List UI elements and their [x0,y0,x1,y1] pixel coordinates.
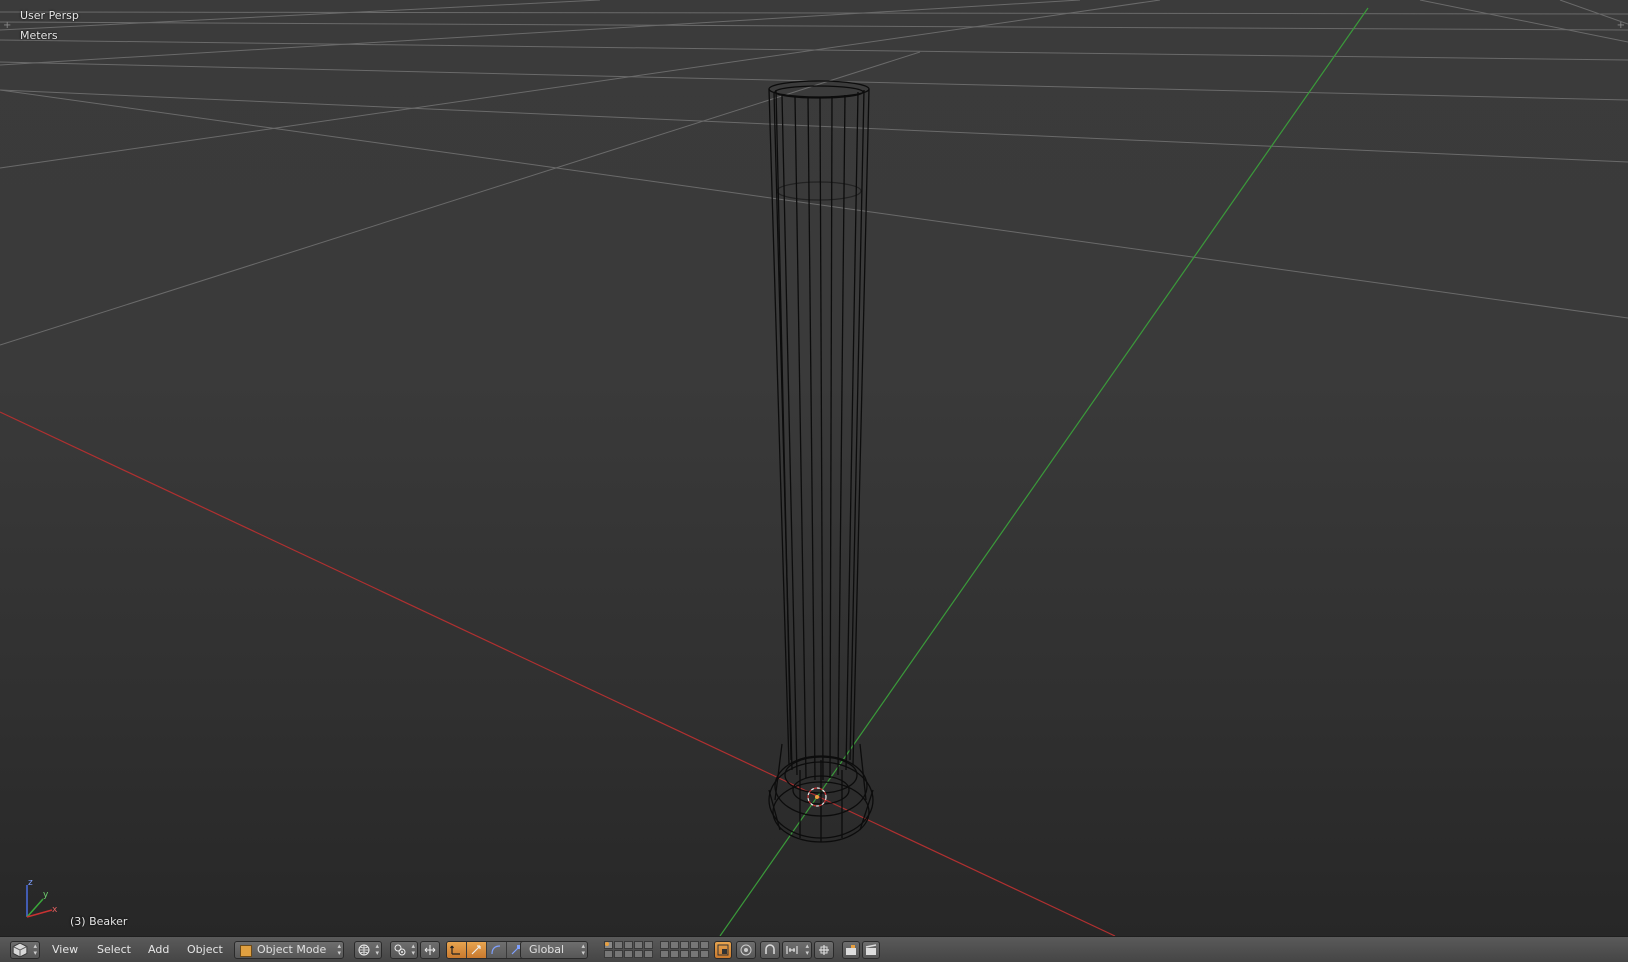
floor-grid [0,0,1628,346]
clapperboard-icon [865,944,877,955]
area-split-corner-right[interactable]: + [1617,20,1625,31]
beaker-wireframe [768,80,874,843]
layer-button[interactable] [614,941,623,949]
viewport-scene: z y x [0,0,1628,936]
translate-manipulator-button[interactable] [447,942,467,958]
transform-orientation-label: Global [529,943,565,956]
menu-view[interactable]: View [52,942,78,958]
viewport-shading-dropdown[interactable]: ▴ ▾ [354,941,382,959]
layers-grid-left[interactable] [604,941,653,959]
active-object-label: (3) Beaker [70,915,128,928]
layer-button[interactable] [670,941,679,949]
transform-orientation-dropdown[interactable]: Global ▴ ▾ [520,941,588,959]
layer-button[interactable] [634,941,643,949]
menu-object[interactable]: Object [187,942,223,958]
units-label: Meters [20,29,58,42]
beaker-rim-inner [774,85,864,99]
manipulator-toggle-button[interactable] [420,941,440,959]
layer-button[interactable] [700,941,709,949]
layer-button[interactable] [660,950,669,958]
layers-grid-right[interactable] [660,941,709,959]
beaker-edge [829,95,833,779]
layer-button[interactable] [644,941,653,949]
manipulator-icon [424,945,436,955]
gizmo-z-label: z [28,878,33,888]
up-down-arrows-icon: ▴ ▾ [337,942,341,957]
up-down-arrows-icon: ▴ ▾ [581,942,585,957]
layer-button[interactable] [700,950,709,958]
layer-button[interactable] [690,941,699,949]
beaker-ring [776,181,862,201]
up-down-arrows-icon: ▴ ▾ [375,942,379,957]
object-mode-icon [240,945,252,957]
layer-button[interactable] [670,950,679,958]
layer-button[interactable] [604,950,613,958]
view-name-label: User Persp [20,9,79,22]
up-down-arrows-icon: ▴ ▾ [33,942,37,957]
beaker-edge [768,88,790,766]
3d-viewport[interactable]: z y x + + User Persp Meters (3) Beaker [0,0,1628,936]
manipulator-modes-group [446,941,526,959]
layer-active-dot-icon [605,942,609,946]
grid-line [1419,0,1628,43]
pivot-icon [394,944,406,956]
camera-icon [846,945,856,955]
lock-camera-layers-button[interactable] [714,941,732,959]
beaker-edge [859,743,867,801]
pivot-point-dropdown[interactable]: ▴ ▾ [390,941,418,959]
layer-button[interactable] [660,941,669,949]
menu-add[interactable]: Add [148,942,169,958]
gizmo-y-label: y [43,890,49,900]
snap-target-icon [819,945,829,955]
up-down-arrows-icon: ▴ ▾ [411,942,415,957]
up-down-arrows-icon: ▴ ▾ [805,942,809,957]
layer-button[interactable] [634,950,643,958]
mode-dropdown[interactable]: Object Mode ▴ ▾ [234,941,344,959]
grid-line [0,0,601,31]
rotate-manipulator-button[interactable] [467,942,487,958]
grid-line [0,89,1628,163]
viewport-header: ▴ ▾ View Select Add Object Object Mode ▴ ▾… [0,936,1628,962]
rotate-arc-icon [491,945,501,955]
grid-line [0,0,1081,66]
grid-line [0,11,1628,15]
x-axis-line [0,411,1116,936]
cube-icon [12,942,28,958]
layer-button[interactable] [644,950,653,958]
magnet-icon [765,944,775,954]
render-animation-button[interactable] [862,941,880,959]
mode-dropdown-label: Object Mode [257,943,327,956]
translate-arrow-icon [450,945,460,955]
grid-line [0,21,1628,31]
snap-increment-icon [786,946,798,954]
menu-select[interactable]: Select [97,942,131,958]
layer-button[interactable] [614,950,623,958]
snap-toggle-button[interactable] [760,941,780,959]
snap-target-button[interactable] [814,941,834,959]
arc-manipulator-button[interactable] [487,942,507,958]
proportional-edit-circle-icon [740,944,752,956]
layer-button[interactable] [624,941,633,949]
render-opengl-button[interactable] [842,941,860,959]
shading-sphere-icon [358,944,370,956]
area-split-corner-left[interactable]: + [3,20,11,31]
proportional-editing-button[interactable] [736,941,756,959]
axis-gizmo: z y x [26,878,58,918]
layer-lock-icon [717,944,729,956]
gizmo-x-label: x [52,905,58,915]
grid-line [0,89,1628,319]
rotate-arrow-icon [471,945,481,955]
editor-type-button[interactable]: ▴ ▾ [10,941,40,959]
layer-button[interactable] [680,950,689,958]
layer-button[interactable] [680,941,689,949]
beaker-edge [837,94,846,776]
layer-button[interactable] [624,950,633,958]
layer-button[interactable] [690,950,699,958]
snap-element-dropdown[interactable]: ▴ ▾ [782,941,812,959]
